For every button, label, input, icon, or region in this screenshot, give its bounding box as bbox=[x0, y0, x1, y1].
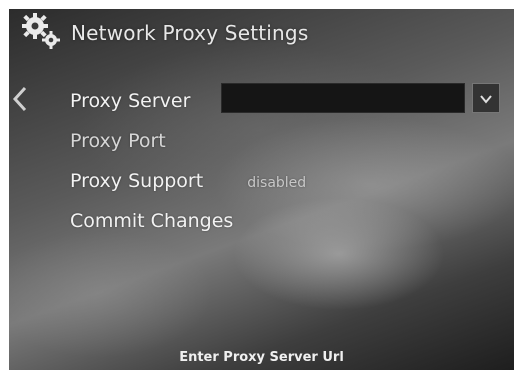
gears-icon bbox=[19, 13, 67, 53]
menu-item-label: Proxy Server bbox=[70, 90, 191, 112]
status-hint: Enter Proxy Server Url bbox=[179, 350, 344, 365]
proxy-server-input[interactable] bbox=[221, 83, 465, 113]
menu-item-label: Proxy Port bbox=[70, 130, 166, 152]
menu-item-proxy-support[interactable]: Proxy Support disabled bbox=[70, 161, 306, 201]
proxy-server-dropdown-button[interactable] bbox=[472, 83, 500, 113]
settings-screen: Network Proxy Settings Proxy Server Prox… bbox=[9, 9, 514, 370]
proxy-support-value: disabled bbox=[247, 175, 307, 191]
menu-item-label: Proxy Support bbox=[70, 170, 204, 192]
menu-item-commit-changes[interactable]: Commit Changes bbox=[70, 201, 306, 241]
chevron-left-icon[interactable] bbox=[11, 85, 29, 113]
menu-item-proxy-port[interactable]: Proxy Port bbox=[70, 121, 306, 161]
header: Network Proxy Settings bbox=[19, 11, 308, 55]
menu-item-label: Commit Changes bbox=[70, 210, 234, 232]
chevron-down-icon bbox=[479, 89, 493, 108]
page-title: Network Proxy Settings bbox=[71, 21, 309, 45]
